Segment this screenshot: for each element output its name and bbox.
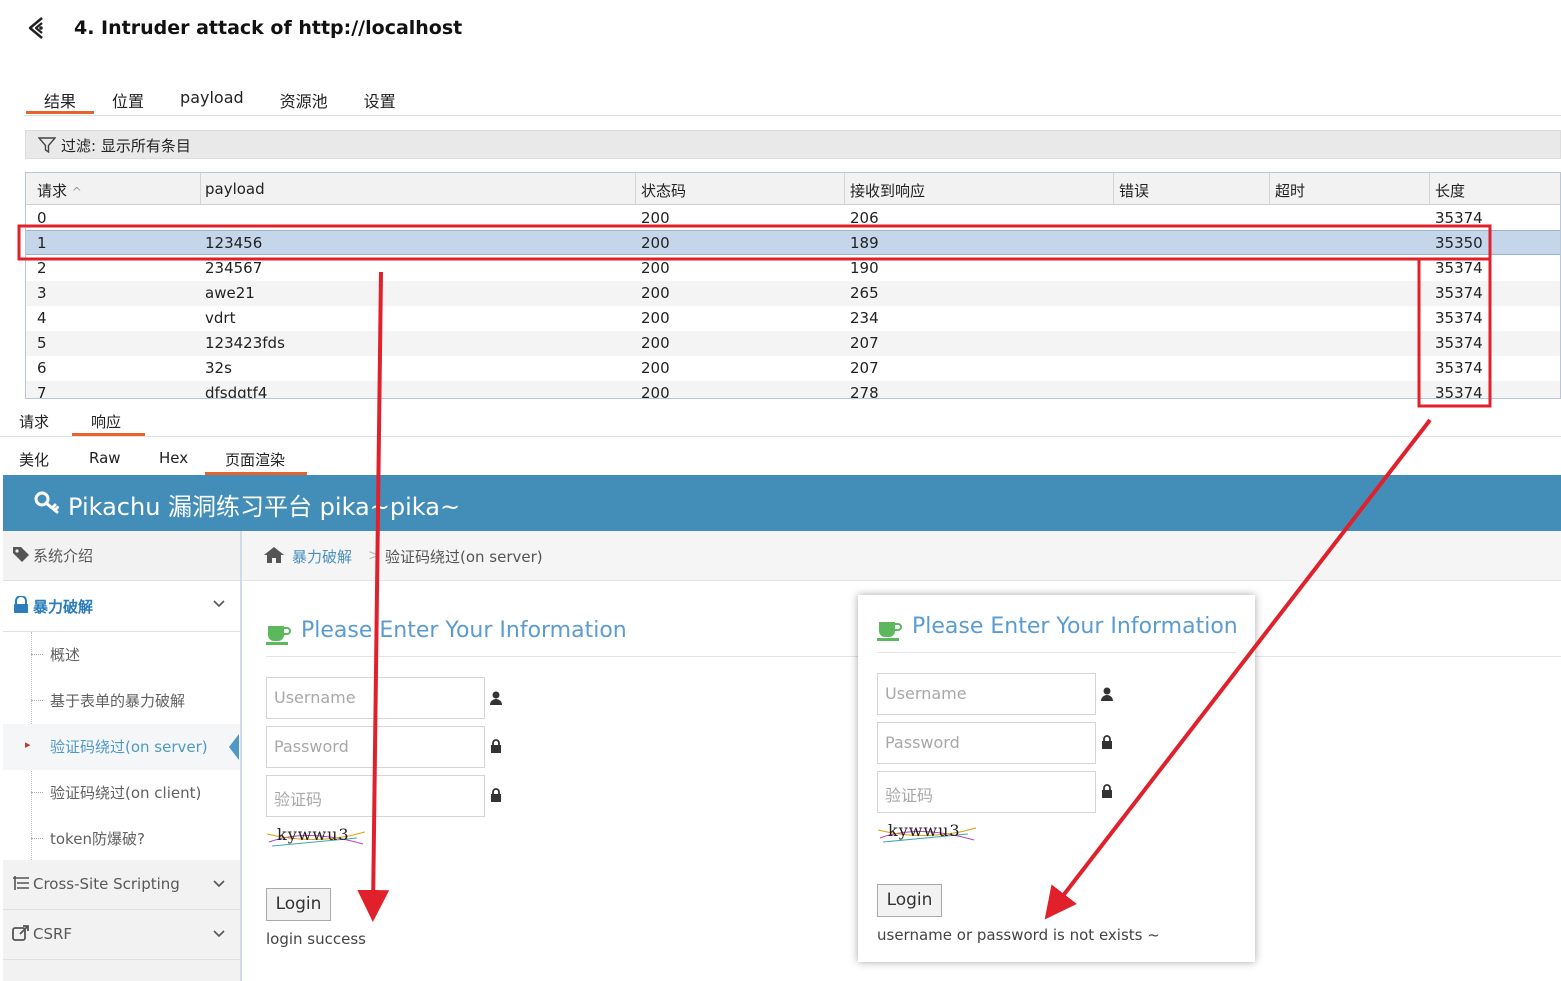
tab-hex[interactable]: Hex xyxy=(159,449,188,467)
caret-right-icon: ▸ xyxy=(25,738,31,751)
captcha-input[interactable]: 验证码 xyxy=(877,771,1096,813)
tags-icon xyxy=(12,545,32,567)
table-header: 请求 ^ payload 状态码 接收到响应 错误 超时 长度 xyxy=(26,173,1560,205)
tabs-divider xyxy=(24,115,1561,116)
user-icon xyxy=(1101,687,1113,701)
pikachu-sidebar: 系统介绍 暴力破解 概述 基于表单的暴力破解 ▸ 验证码绕过(on server… xyxy=(3,531,242,981)
attack-tabs: 结果 位置 payload 资源池 设置 xyxy=(26,86,414,116)
col-length[interactable]: 长度 xyxy=(1435,180,1465,201)
key-icon xyxy=(34,491,59,514)
results-table: 请求 ^ payload 状态码 接收到响应 错误 超时 长度 0 200 206 3… xyxy=(25,172,1561,399)
tab-raw[interactable]: Raw xyxy=(89,449,121,467)
login-failure-message: username or password is not exists ~ xyxy=(877,926,1160,944)
active-marker xyxy=(229,734,239,760)
sidebar-item-intro[interactable]: 系统介绍 xyxy=(3,531,240,581)
submenu-captcha-client[interactable]: 验证码绕过(on client) xyxy=(3,770,240,816)
window-title: 4. Intruder attack of http://localhost xyxy=(74,17,463,39)
tab-resource-pool[interactable]: 资源池 xyxy=(262,86,346,114)
sidebar-item-bruteforce[interactable]: 暴力破解 xyxy=(3,581,240,632)
username-input[interactable]: Username xyxy=(266,677,485,719)
active-tab-underline xyxy=(72,433,145,436)
view-tabs: 美化 Raw Hex 页面渲染 xyxy=(0,444,1561,475)
login-form-failure: Please Enter Your Information Username P… xyxy=(877,614,1238,944)
col-error[interactable]: 错误 xyxy=(1119,180,1149,201)
chevron-down-icon xyxy=(211,875,227,895)
share-icon xyxy=(12,925,30,945)
captcha-image[interactable]: kywwu3 xyxy=(878,820,976,844)
submenu-form-bruteforce[interactable]: 基于表单的暴力破解 xyxy=(3,678,240,724)
tab-request[interactable]: 请求 xyxy=(19,411,49,432)
captcha-image[interactable]: kywwu3 xyxy=(267,824,365,848)
filter-bar[interactable]: 过滤: 显示所有条目 xyxy=(25,130,1561,159)
tab-pretty[interactable]: 美化 xyxy=(19,449,49,470)
chevron-down-icon xyxy=(211,595,227,615)
intruder-icon xyxy=(28,17,43,39)
breadcrumb-current: 验证码绕过(on server) xyxy=(385,548,543,566)
table-row-selected[interactable]: 1 123456 200 189 35350 xyxy=(26,230,1560,255)
col-timeout[interactable]: 超时 xyxy=(1275,180,1305,201)
sidebar-item-csrf[interactable]: CSRF xyxy=(3,910,240,960)
tab-response[interactable]: 响应 xyxy=(91,411,121,432)
breadcrumb-separator: > xyxy=(368,546,381,564)
tab-positions[interactable]: 位置 xyxy=(94,86,162,114)
comparison-screenshot: Please Enter Your Information Username P… xyxy=(858,595,1255,962)
pikachu-navbar: Pikachu 漏洞练习平台 pika~pika~ xyxy=(3,475,1561,531)
coffee-icon xyxy=(266,626,291,645)
table-row[interactable]: 5 123423fds 200 207 35374 xyxy=(26,331,1560,356)
home-icon[interactable] xyxy=(263,546,285,568)
col-status[interactable]: 状态码 xyxy=(641,180,686,201)
password-input[interactable]: Password xyxy=(266,726,485,768)
password-input[interactable]: Password xyxy=(877,722,1096,764)
submenu-overview[interactable]: 概述 xyxy=(3,632,240,678)
login-button[interactable]: Login xyxy=(877,884,942,917)
filter-icon xyxy=(38,137,56,154)
pikachu-brand[interactable]: Pikachu 漏洞练习平台 pika~pika~ xyxy=(68,487,460,522)
table-row[interactable]: 7 dfsdgtf4 200 278 35374 xyxy=(26,381,1560,398)
col-request[interactable]: 请求 ^ xyxy=(37,180,82,201)
table-row[interactable]: 2 234567 200 190 35374 xyxy=(26,256,1560,281)
tab-results[interactable]: 结果 xyxy=(26,86,95,114)
captcha-input[interactable]: 验证码 xyxy=(266,775,485,817)
col-payload[interactable]: payload xyxy=(205,180,265,198)
lock-icon xyxy=(12,595,30,618)
submenu-token[interactable]: token防爆破? xyxy=(3,816,240,862)
filter-text: 过滤: 显示所有条目 xyxy=(61,137,191,155)
window-titlebar: 4. Intruder attack of http://localhost xyxy=(0,0,1561,60)
table-row[interactable]: 6 32s 200 207 35374 xyxy=(26,356,1560,381)
table-row[interactable]: 0 200 206 35374 xyxy=(26,206,1560,231)
lock-icon xyxy=(1102,735,1112,749)
lock-icon xyxy=(1102,784,1112,798)
tab-settings[interactable]: 设置 xyxy=(346,86,414,114)
tab-payloads[interactable]: payload xyxy=(162,86,262,114)
list-icon xyxy=(12,875,30,895)
breadcrumb: 暴力破解 > 验证码绕过(on server) xyxy=(242,531,1561,581)
bruteforce-submenu: 概述 基于表单的暴力破解 ▸ 验证码绕过(on server) 验证码绕过(on… xyxy=(3,632,240,860)
login-button[interactable]: Login xyxy=(266,888,331,921)
lock-icon xyxy=(491,739,501,753)
coffee-icon xyxy=(877,622,902,641)
user-icon xyxy=(490,691,502,705)
table-row[interactable]: 4 vdrt 200 234 35374 xyxy=(26,306,1560,331)
tab-render[interactable]: 页面渲染 xyxy=(225,449,285,470)
request-response-tabs: 请求 响应 xyxy=(0,407,1561,437)
lock-icon xyxy=(491,788,501,802)
username-input[interactable]: Username xyxy=(877,673,1096,715)
sidebar-item-xss[interactable]: Cross-Site Scripting xyxy=(3,860,240,910)
chevron-down-icon xyxy=(211,925,227,945)
login-success-message: login success xyxy=(266,930,366,948)
submenu-captcha-server[interactable]: ▸ 验证码绕过(on server) xyxy=(3,724,240,770)
col-response-received[interactable]: 接收到响应 xyxy=(850,180,925,201)
breadcrumb-parent[interactable]: 暴力破解 xyxy=(292,546,352,567)
sort-ascending-icon: ^ xyxy=(71,185,82,199)
table-row[interactable]: 3 awe21 200 265 35374 xyxy=(26,281,1560,306)
